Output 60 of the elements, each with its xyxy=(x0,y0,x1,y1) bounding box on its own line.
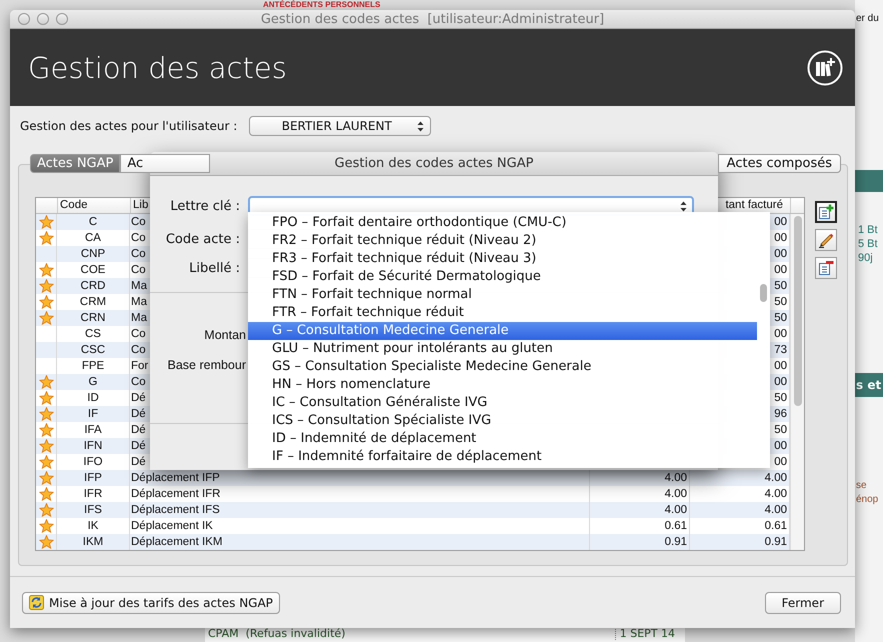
column-header[interactable]: Code xyxy=(57,198,130,213)
update-rates-button[interactable]: Mise à jour des tarifs des actes NGAP xyxy=(22,592,280,614)
updown-icon xyxy=(417,120,424,132)
edit-button[interactable] xyxy=(815,229,837,251)
table-cell: IFP xyxy=(57,470,130,486)
delete-document-button[interactable] xyxy=(815,257,837,279)
minimize-button[interactable] xyxy=(37,13,49,25)
table-cell: CSC xyxy=(57,342,130,358)
books-plus-icon xyxy=(807,50,843,86)
table-cell: 0.91 xyxy=(664,536,687,548)
add-document-icon xyxy=(818,204,834,220)
table-cell: 4.00 xyxy=(664,504,687,516)
pencil-icon xyxy=(818,232,834,248)
table-cell: C xyxy=(57,214,130,230)
table-cell: IKM xyxy=(57,534,130,550)
dropdown-option[interactable]: G – Consultation Medecine Generale xyxy=(248,322,757,340)
field-label: Libellé : xyxy=(188,260,240,276)
zoom-button[interactable] xyxy=(56,13,68,25)
field-label: Code acte : xyxy=(164,232,240,246)
table-cell: G xyxy=(57,374,130,390)
side-note: se xyxy=(856,479,868,493)
table-cell: 0.61 xyxy=(664,520,687,532)
field-label: Lettre clé : xyxy=(169,198,240,214)
tab[interactable]: Ac xyxy=(120,154,210,173)
field-label: Montan xyxy=(204,328,246,342)
table-cell: CRD xyxy=(57,278,130,294)
list-entry: CPAM (Refuas invalidité) xyxy=(208,627,346,640)
side-note: 5 Bt xyxy=(858,237,879,251)
close-window-button[interactable]: Fermer xyxy=(764,592,841,614)
table-cell: 4.00 xyxy=(664,472,687,484)
tab[interactable]: Actes NGAP xyxy=(30,154,120,173)
scrollbar-thumb[interactable] xyxy=(794,216,802,406)
table-cell: CRN xyxy=(57,310,130,326)
delete-document-icon xyxy=(818,260,834,276)
table-cell: IFS xyxy=(57,502,130,518)
side-note: 1 Bt xyxy=(858,223,879,237)
section-bar: s et xyxy=(855,373,883,397)
field-label: Base rembour xyxy=(167,358,246,372)
side-note: énop xyxy=(856,493,880,507)
scrollbar-thumb[interactable] xyxy=(760,284,767,302)
section-bar xyxy=(855,170,883,192)
window-title: Gestion des codes actes [utilisateur:Administrateur] xyxy=(260,12,604,26)
close-button[interactable] xyxy=(18,13,30,25)
table-cell: Déplacement IFS xyxy=(130,502,590,518)
updown-icon xyxy=(680,200,687,212)
table-cell: Déplacement IKM xyxy=(130,534,590,550)
table-cell: 4.00 xyxy=(664,488,687,500)
side-text: er du xyxy=(856,13,880,24)
add-document-button[interactable] xyxy=(815,201,837,223)
tab[interactable]: Actes composés xyxy=(718,154,841,173)
page-heading: Gestion des actes xyxy=(28,50,287,84)
section-heading: ANTÉCÉDENTS PERSONNELS xyxy=(263,0,380,10)
side-note: 90j xyxy=(858,251,874,265)
table-cell: IFN xyxy=(57,438,130,454)
table-cell: CNP xyxy=(57,246,130,262)
user-select[interactable]: BERTIER LAURENT xyxy=(249,116,432,136)
refresh-icon xyxy=(29,595,44,610)
user-label: Gestion des actes pour l'utilisateur : xyxy=(20,119,238,133)
window-title: Gestion des codes actes NGAP xyxy=(334,156,534,171)
table-cell: IF xyxy=(57,406,130,422)
